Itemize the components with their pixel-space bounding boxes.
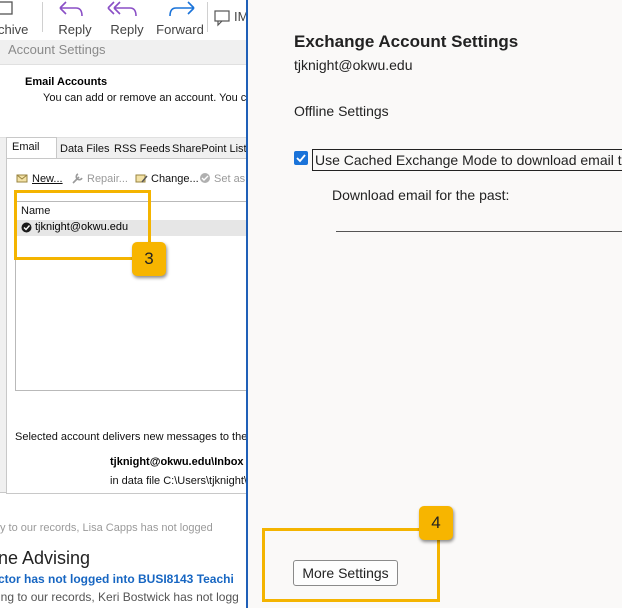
deliver-description: Selected account delivers new messages t… bbox=[15, 431, 246, 443]
reply-all-icon bbox=[107, 1, 137, 17]
tab-data-files[interactable]: Data Files bbox=[60, 140, 110, 158]
edit-mail-icon bbox=[135, 174, 148, 183]
highlight-account-selection bbox=[14, 190, 151, 260]
account-settings-dialog: Account Settings Email Accounts You can … bbox=[0, 40, 246, 494]
mail-preview-faded: y to our records, Lisa Capps has not log… bbox=[0, 522, 213, 534]
set-default-label: Set as bbox=[214, 173, 246, 185]
forward-icon bbox=[169, 1, 195, 17]
email-accounts-header: Email Accounts You can add or remove an … bbox=[0, 64, 246, 138]
repair-label: Repair... bbox=[87, 173, 128, 185]
set-default-button[interactable]: Set as bbox=[199, 172, 245, 185]
change-label: Change... bbox=[151, 173, 199, 185]
cached-mode-label[interactable]: Use Cached Exchange Mode to download ema… bbox=[312, 149, 622, 171]
ribbon-separator bbox=[42, 2, 43, 32]
page-title: Exchange Account Settings bbox=[294, 32, 519, 51]
cached-mode-checkbox[interactable] bbox=[294, 151, 308, 165]
mail-body-preview: ing to our records, Keri Bostwick has no… bbox=[0, 590, 239, 604]
reply-label: Reply bbox=[58, 22, 92, 37]
inbox-path: tjknight@okwu.edu\Inbox bbox=[110, 456, 244, 468]
tab-rss-feeds[interactable]: RSS Feeds bbox=[114, 140, 170, 158]
outlook-background: rchive Reply Reply Forward bbox=[0, 0, 246, 608]
step-badge-4: 4 bbox=[419, 506, 453, 540]
ribbon-separator bbox=[207, 2, 208, 32]
download-period-label: Download email for the past: bbox=[332, 187, 510, 203]
offline-settings-label: Offline Settings bbox=[294, 103, 389, 119]
tab-sharepoint-lists[interactable]: SharePoint Lists bbox=[172, 140, 246, 158]
step-badge-3: 3 bbox=[132, 242, 166, 276]
reply-icon bbox=[59, 1, 83, 17]
new-mail-icon bbox=[16, 174, 28, 183]
change-button[interactable]: Change... bbox=[135, 172, 199, 185]
new-account-button[interactable]: New... bbox=[16, 172, 63, 185]
data-file-path: in data file C:\Users\tjknight\. bbox=[110, 475, 246, 487]
email-accounts-title: Email Accounts bbox=[25, 76, 108, 88]
check-circle-icon bbox=[200, 173, 210, 183]
highlight-more-settings bbox=[262, 528, 440, 602]
chat-icon bbox=[214, 10, 230, 27]
forward-label: Forward bbox=[156, 22, 204, 37]
im-label: IM bbox=[234, 9, 246, 24]
dialog-title: Account Settings bbox=[8, 42, 106, 57]
archive-icon bbox=[0, 1, 13, 15]
tab-email[interactable]: Email bbox=[6, 137, 57, 160]
archive-label: rchive bbox=[0, 22, 29, 37]
mail-subject[interactable]: ne Advising bbox=[0, 548, 90, 569]
reply-all-label: Reply bbox=[110, 22, 144, 37]
exchange-email: tjknight@okwu.edu bbox=[294, 57, 413, 73]
checkmark-icon bbox=[296, 154, 306, 163]
download-period-slider[interactable] bbox=[336, 231, 622, 232]
repair-button[interactable]: Repair... bbox=[71, 172, 128, 185]
wrench-icon bbox=[72, 173, 83, 184]
new-account-label: New... bbox=[32, 173, 63, 185]
mail-notice[interactable]: ctor has not logged into BUSI8143 Teachi bbox=[0, 572, 234, 586]
email-accounts-description: You can add or remove an account. You ca… bbox=[43, 92, 246, 104]
ribbon: rchive Reply Reply Forward bbox=[0, 0, 246, 41]
